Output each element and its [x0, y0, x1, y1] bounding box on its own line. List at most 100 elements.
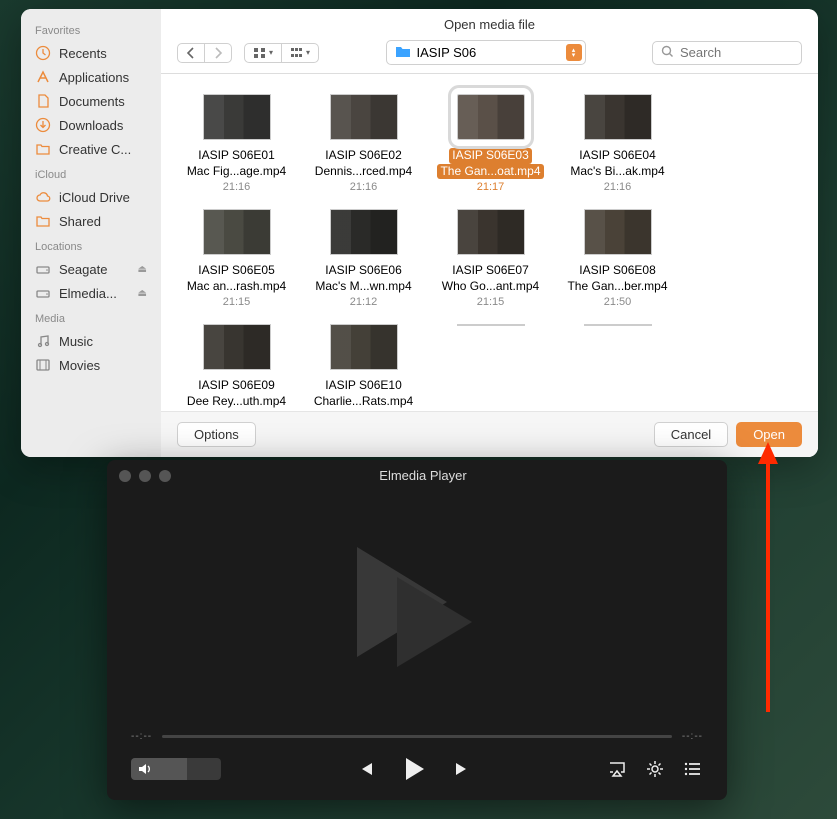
options-button[interactable]: Options — [177, 422, 256, 447]
file-item[interactable]: IASIP S06E05 Mac an...rash.mp4 21:15 — [173, 209, 300, 320]
progress-bar[interactable] — [162, 735, 672, 738]
file-thumbnail — [584, 324, 652, 326]
sidebar: FavoritesRecentsApplicationsDocumentsDow… — [21, 9, 161, 457]
sidebar-item-label: Music — [59, 334, 93, 349]
disk-icon — [35, 285, 51, 301]
file-item[interactable] — [427, 324, 554, 344]
settings-button[interactable] — [645, 759, 665, 779]
sidebar-item[interactable]: Elmedia... ⏏ — [21, 281, 161, 305]
eject-icon[interactable]: ⏏ — [138, 264, 147, 275]
file-thumbnail — [584, 209, 652, 255]
search-icon — [661, 45, 674, 61]
file-item[interactable]: IASIP S06E07 Who Go...ant.mp4 21:15 — [427, 209, 554, 320]
view-icons-button[interactable]: ▾ — [244, 43, 282, 63]
time-remaining: --:-- — [682, 731, 703, 742]
music-icon — [35, 333, 51, 349]
file-item[interactable]: IASIP S06E01 Mac Fig...age.mp4 21:16 — [173, 94, 300, 205]
sidebar-item[interactable]: Documents — [21, 89, 161, 113]
search-input[interactable] — [680, 45, 793, 60]
media-player-window: Elmedia Player --:-- --:-- — [107, 460, 727, 800]
file-thumbnail — [457, 209, 525, 255]
file-thumbnail — [457, 94, 525, 140]
sidebar-item[interactable]: Movies — [21, 353, 161, 377]
file-thumbnail — [203, 209, 271, 255]
file-thumbnail — [330, 94, 398, 140]
file-name-line1: IASIP S06E09 — [195, 378, 278, 394]
airplay-button[interactable] — [607, 759, 627, 779]
file-name-line2: Mac's M...wn.mp4 — [312, 279, 414, 295]
path-dropdown[interactable]: IASIP S06 ▴▾ — [386, 40, 586, 65]
movies-icon — [35, 357, 51, 373]
file-item[interactable]: IASIP S06E06 Mac's M...wn.mp4 21:12 — [300, 209, 427, 320]
file-duration: 21:15 — [477, 296, 505, 308]
file-thumbnail — [203, 94, 271, 140]
volume-slider[interactable] — [131, 758, 221, 780]
file-name-line1: IASIP S06E07 — [449, 263, 532, 279]
sidebar-header: Media — [21, 305, 161, 329]
sidebar-item-label: Recents — [59, 46, 107, 61]
forward-button[interactable] — [205, 43, 232, 63]
file-name-line1: IASIP S06E10 — [322, 378, 405, 394]
search-field[interactable] — [652, 41, 802, 65]
play-button[interactable] — [399, 754, 429, 784]
traffic-light-close[interactable] — [119, 470, 131, 482]
sidebar-item[interactable]: Creative C... — [21, 137, 161, 161]
file-item[interactable]: IASIP S06E04 Mac's Bi...ak.mp4 21:16 — [554, 94, 681, 205]
playlist-button[interactable] — [683, 759, 703, 779]
file-duration: 21:50 — [604, 296, 632, 308]
file-item[interactable]: IASIP S06E02 Dennis...rced.mp4 21:16 — [300, 94, 427, 205]
file-thumbnail — [330, 209, 398, 255]
folder-icon — [35, 141, 51, 157]
shared-icon — [35, 213, 51, 229]
file-name-line1: IASIP S06E06 — [322, 263, 405, 279]
file-thumbnail — [584, 94, 652, 140]
file-name-line2: Dee Rey...uth.mp4 — [184, 394, 289, 410]
file-item[interactable]: IASIP S06E10 Charlie...Rats.mp4 21:16 — [300, 324, 427, 411]
sidebar-item[interactable]: iCloud Drive — [21, 185, 161, 209]
file-name-line2: The Gan...oat.mp4 — [437, 164, 543, 180]
file-item[interactable]: IASIP S06E09 Dee Rey...uth.mp4 21:05 — [173, 324, 300, 411]
sidebar-item[interactable]: Seagate ⏏ — [21, 257, 161, 281]
sidebar-item[interactable]: Music — [21, 329, 161, 353]
apps-icon — [35, 69, 51, 85]
sidebar-item[interactable]: Downloads — [21, 113, 161, 137]
file-item[interactable] — [554, 324, 681, 344]
eject-icon[interactable]: ⏏ — [138, 288, 147, 299]
sidebar-item[interactable]: Shared — [21, 209, 161, 233]
sidebar-header: iCloud — [21, 161, 161, 185]
file-name-line1: IASIP S06E05 — [195, 263, 278, 279]
file-name-line1: IASIP S06E02 — [322, 148, 405, 164]
folder-icon — [395, 44, 411, 61]
sidebar-item-label: Seagate — [59, 262, 107, 277]
download-icon — [35, 117, 51, 133]
file-grid: IASIP S06E01 Mac Fig...age.mp4 21:16 IAS… — [161, 74, 818, 411]
file-item[interactable]: IASIP S06E03 The Gan...oat.mp4 21:17 — [427, 94, 554, 205]
sidebar-item-label: Movies — [59, 358, 100, 373]
traffic-light-minimize[interactable] — [139, 470, 151, 482]
cancel-button[interactable]: Cancel — [654, 422, 728, 447]
sidebar-item-label: Documents — [59, 94, 125, 109]
file-thumbnail — [203, 324, 271, 370]
sidebar-item-label: Applications — [59, 70, 129, 85]
toolbar: ▾ ▾ IASIP S06 ▴▾ — [161, 36, 818, 74]
back-button[interactable] — [177, 43, 205, 63]
open-button[interactable]: Open — [736, 422, 802, 447]
file-thumbnail — [330, 324, 398, 370]
file-duration: 21:16 — [350, 181, 378, 193]
disk-icon — [35, 261, 51, 277]
sidebar-item[interactable]: Applications — [21, 65, 161, 89]
cloud-icon — [35, 189, 51, 205]
file-name-line1: IASIP S06E08 — [576, 263, 659, 279]
volume-icon — [137, 761, 153, 777]
next-button[interactable] — [453, 759, 473, 779]
sidebar-item[interactable]: Recents — [21, 41, 161, 65]
player-logo-icon — [347, 537, 487, 677]
view-group-button[interactable]: ▾ — [282, 43, 319, 63]
traffic-light-zoom[interactable] — [159, 470, 171, 482]
file-name-line2: Who Go...ant.mp4 — [439, 279, 542, 295]
sidebar-item-label: Elmedia... — [59, 286, 117, 301]
file-item[interactable]: IASIP S06E08 The Gan...ber.mp4 21:50 — [554, 209, 681, 320]
file-name-line2: Mac Fig...age.mp4 — [184, 164, 289, 180]
previous-button[interactable] — [355, 759, 375, 779]
player-viewport[interactable] — [107, 491, 727, 723]
